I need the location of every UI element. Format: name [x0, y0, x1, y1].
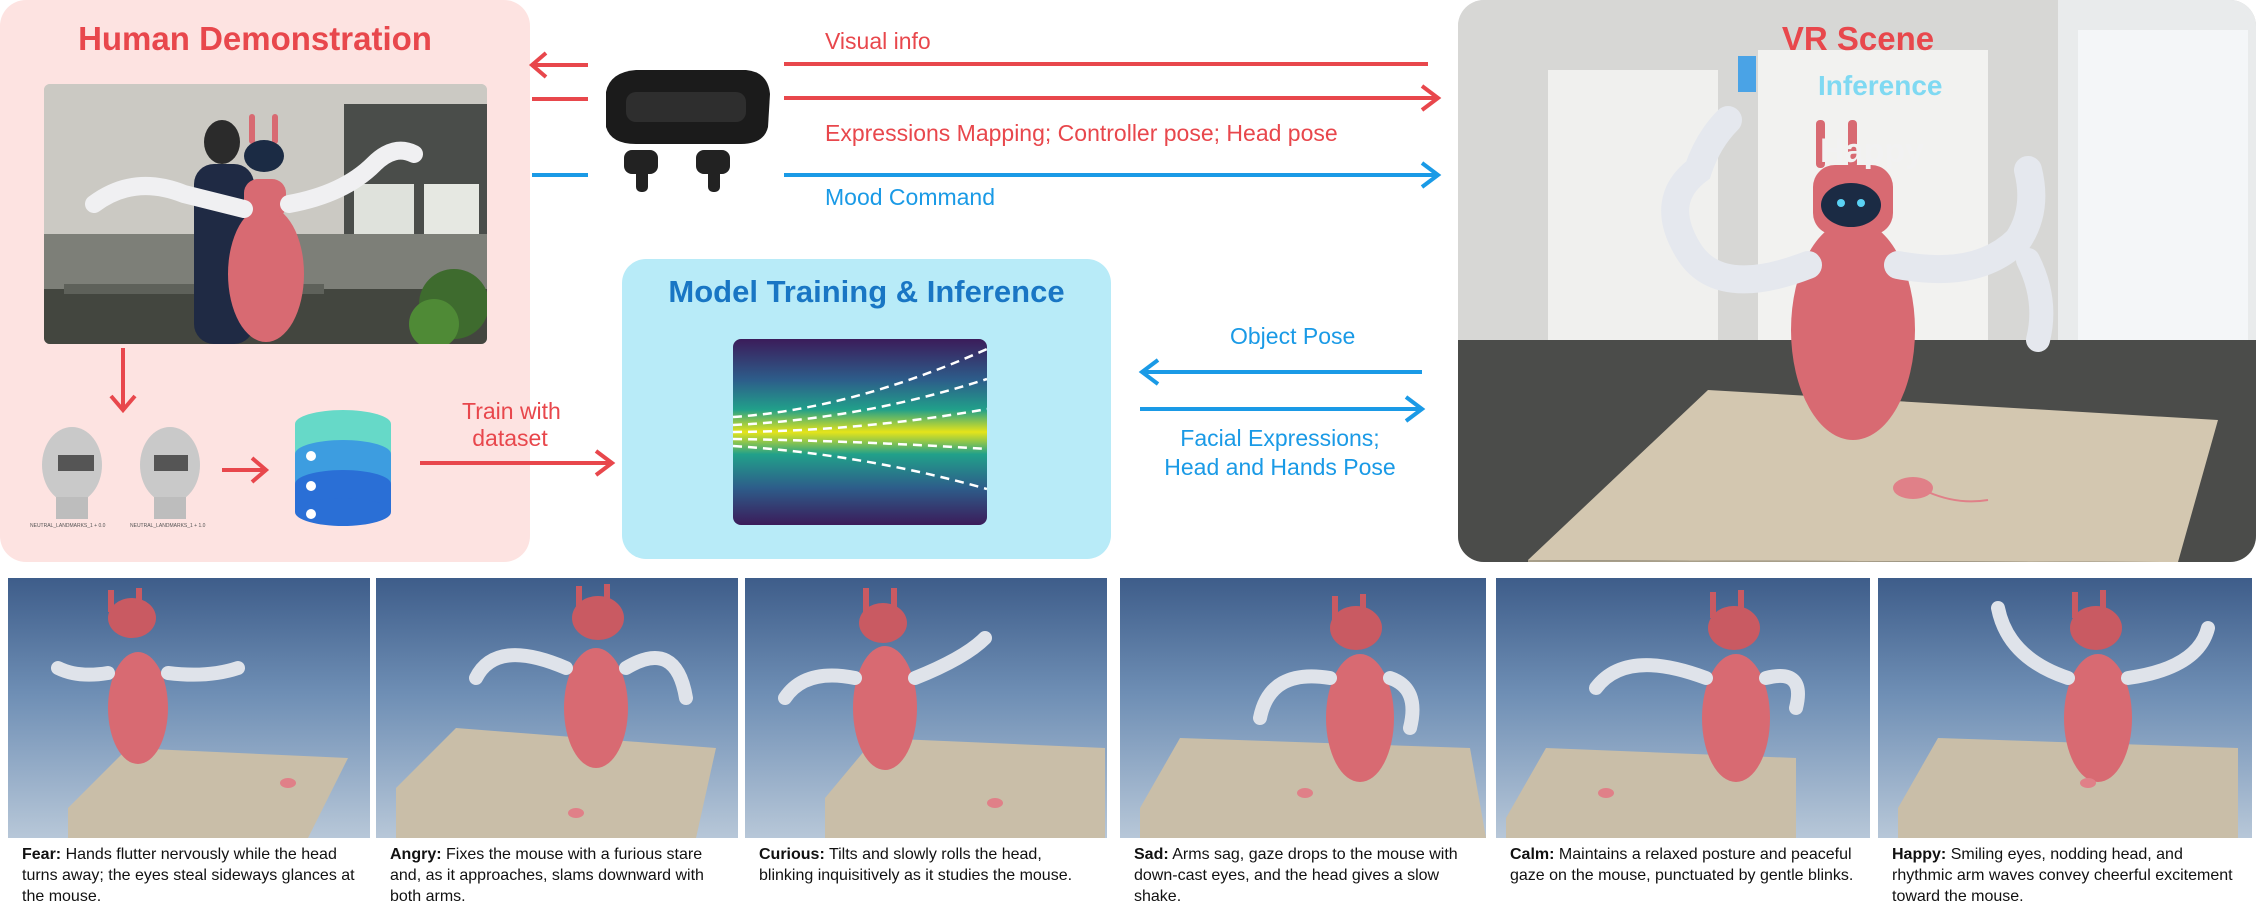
visual-info-label: Visual info [825, 28, 931, 54]
train-with-dataset-label: Train with dataset [462, 398, 561, 452]
fear-mood-desc: Hands flutter nervously while the head t… [22, 846, 355, 905]
sad-mood-name: Sad: [1134, 846, 1169, 863]
face-meshes: NEUTRAL_LANDMARKS_1 + 0.0 NEUTRAL_LANDMA… [30, 415, 220, 535]
facial-expressions-line-2: Head and Hands Pose [1164, 454, 1396, 480]
visual-info-arrow-left [528, 51, 588, 79]
angry-scene [376, 578, 738, 838]
curious-mood-name: Curious: [759, 846, 825, 863]
vr-scene-title: VR Scene [1781, 20, 1935, 57]
flow-heatmap [733, 339, 987, 525]
mood-arrow-short [532, 173, 588, 177]
mood-card-sad: Sad: Arms sag, gaze drops to the mouse w… [1120, 578, 1486, 921]
object-pose-label: Object Pose [1230, 323, 1356, 349]
demonstration-photo [44, 84, 487, 344]
faces-to-database-arrow [222, 456, 270, 484]
mood-card-curious: Curious: Tilts and slowly rolls the head… [745, 578, 1107, 921]
down-arrow-to-faces [109, 348, 137, 414]
mood-card-angry: Angry: Fixes the mouse with a furious st… [376, 578, 738, 921]
object-pose-arrow [1138, 358, 1422, 386]
expressions-arrow [784, 84, 1442, 112]
mood-command-label: Mood Command [825, 184, 996, 210]
train-label-line-1: Train with [462, 398, 561, 424]
vr-headset-icon [606, 70, 770, 192]
facial-expressions-line-1: Facial Expressions; [1180, 425, 1380, 451]
calm-mood-name: Calm: [1510, 846, 1555, 863]
visual-info-arrow [784, 62, 1428, 66]
angry-caption: Angry: Fixes the mouse with a furious st… [390, 844, 726, 907]
curious-caption: Curious: Tilts and slowly rolls the head… [759, 844, 1095, 886]
calm-scene [1496, 578, 1870, 838]
happy-scene [1878, 578, 2252, 838]
happy-overlay-text: Happy [1820, 132, 1924, 170]
database-icon [295, 410, 391, 526]
fear-mood-name: Fear: [22, 846, 62, 863]
mood-card-happy: Happy: Smiling eyes, nodding head, and r… [1878, 578, 2252, 921]
expressions-mapping-label: Expressions Mapping; Controller pose; He… [825, 120, 1338, 146]
inference-overlay-text: Inference [1818, 70, 1943, 101]
expressions-arrow-right-short [532, 97, 588, 101]
mood-card-calm: Calm: Maintains a relaxed posture and pe… [1496, 578, 1870, 921]
train-arrow [420, 449, 616, 477]
model-training-panel: Model Training & Inference [622, 259, 1111, 559]
happy-mood-name: Happy: [1892, 846, 1947, 863]
facial-expressions-arrow [1140, 395, 1426, 423]
human-demonstration-title: Human Demonstration [78, 20, 432, 57]
sad-scene [1120, 578, 1486, 838]
vr-scene-panel: VR Scene Inference Happy [1458, 0, 2256, 562]
face-caption-neutral-1: NEUTRAL_LANDMARKS_1 + 0.0 [30, 523, 106, 529]
fear-caption: Fear: Hands flutter nervously while the … [22, 844, 358, 907]
calm-mood-desc: Maintains a relaxed posture and peaceful… [1510, 846, 1854, 884]
fear-scene [8, 578, 370, 838]
face-caption-neutral-2: NEUTRAL_LANDMARKS_1 + 1.0 [130, 523, 206, 529]
calm-caption: Calm: Maintains a relaxed posture and pe… [1510, 844, 1858, 886]
model-training-title: Model Training & Inference [668, 274, 1065, 309]
angry-mood-name: Angry: [390, 846, 442, 863]
sad-caption: Sad: Arms sag, gaze drops to the mouse w… [1134, 844, 1474, 907]
curious-scene [745, 578, 1107, 838]
sad-mood-desc: Arms sag, gaze drops to the mouse with d… [1134, 846, 1458, 905]
mood-card-fear: Fear: Hands flutter nervously while the … [8, 578, 370, 921]
facial-expressions-label: Facial Expressions; Head and Hands Pose [1160, 424, 1400, 482]
happy-caption: Happy: Smiling eyes, nodding head, and r… [1892, 844, 2240, 907]
